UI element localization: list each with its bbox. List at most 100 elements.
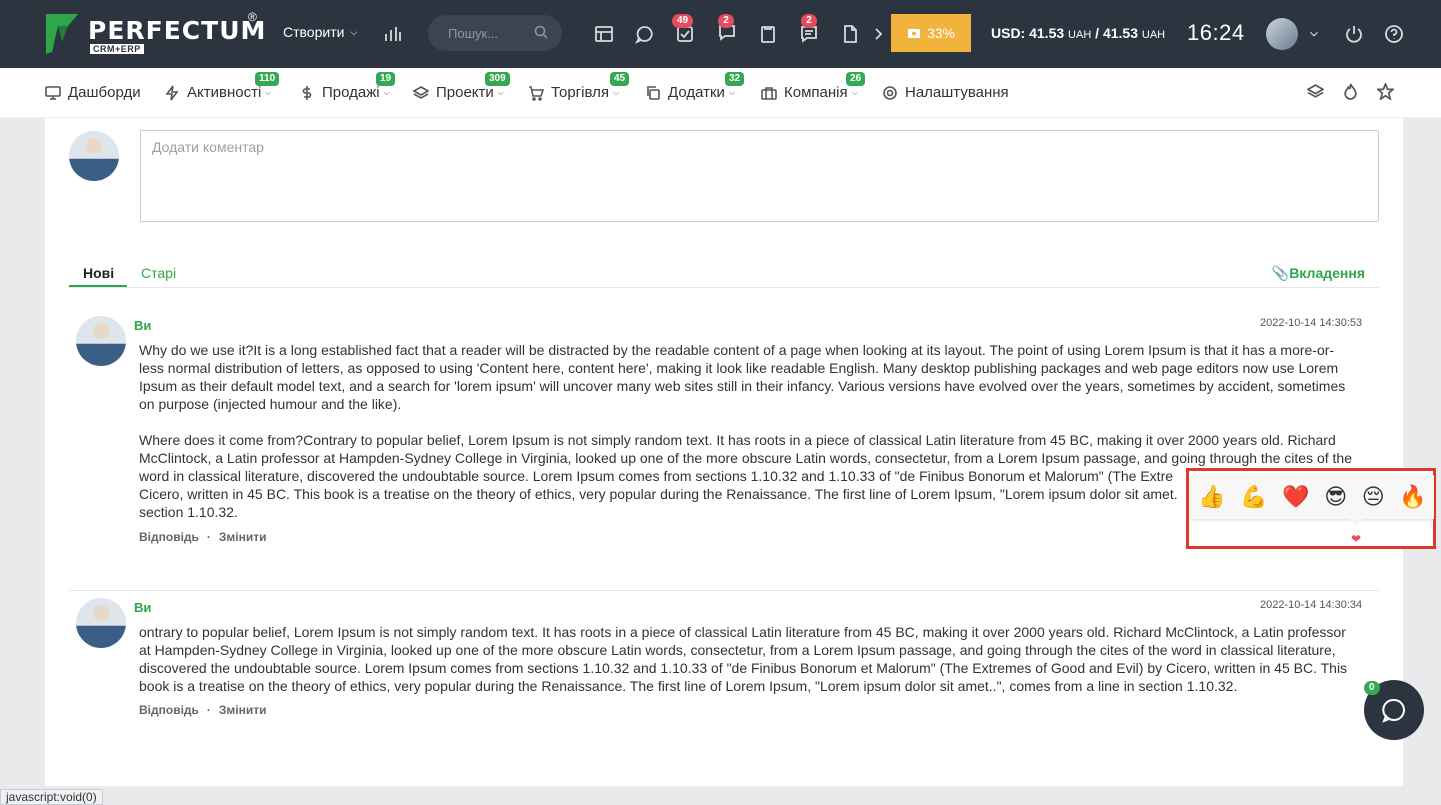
- clipboard-icon[interactable]: [756, 22, 780, 46]
- currency-unit-1: UAH: [1068, 29, 1092, 41]
- search-box[interactable]: [428, 15, 562, 51]
- message-date: 2022-10-14 14:30:34: [1260, 599, 1363, 611]
- paperclip-icon: 📎: [1271, 265, 1290, 281]
- heart-reaction[interactable]: ❤️: [1282, 485, 1309, 510]
- chevron-down-icon[interactable]: [1302, 22, 1326, 46]
- chevron-down-icon: ⌵: [851, 87, 858, 97]
- heart-icon[interactable]: ❤: [1351, 532, 1361, 546]
- help-icon[interactable]: [1382, 22, 1406, 46]
- nav-label: Дашборди: [68, 84, 141, 101]
- nav-badge: 110: [255, 72, 280, 86]
- nav-item-addons[interactable]: Додатки ⌵ 32: [645, 72, 745, 101]
- comment-input[interactable]: [140, 130, 1379, 222]
- document-icon[interactable]: [838, 22, 862, 46]
- current-user-avatar: [69, 131, 119, 181]
- comments-panel: Нові Старі 📎Вкладення Ви 2022-10-14 14:3…: [45, 118, 1403, 786]
- message-author-avatar: [76, 598, 126, 648]
- chat-badge: 0: [1364, 681, 1380, 695]
- create-dropdown[interactable]: Створити ⌵: [283, 24, 357, 40]
- cart-icon: [529, 85, 544, 101]
- progress-label: 33%: [926, 25, 956, 41]
- nav-item-settings[interactable]: Налаштування: [882, 84, 1009, 101]
- reply-link[interactable]: Відповідь: [139, 530, 199, 544]
- active-tab-indicator: [69, 285, 127, 287]
- nav-item-projects[interactable]: Проекти ⌵ 309: [413, 72, 510, 101]
- monitor-icon: [45, 85, 61, 100]
- chat-icon: [1382, 698, 1405, 723]
- message-line: Cicero, written in 45 BC. This book is a…: [139, 486, 1178, 502]
- fire-reaction[interactable]: 🔥: [1399, 485, 1426, 510]
- nav-badge: 19: [376, 72, 396, 86]
- logo-subtitle: CRM+ERP: [90, 44, 144, 54]
- chevron-down-icon: ⌵: [497, 87, 504, 97]
- user-avatar[interactable]: [1266, 18, 1298, 50]
- message-author[interactable]: Ви: [134, 600, 151, 615]
- bar-chart-icon[interactable]: [381, 22, 405, 46]
- dollar-icon: [302, 85, 312, 100]
- nav-item-sales[interactable]: Продажі ⌵ 19: [299, 72, 396, 101]
- chevron-down-icon: ⌵: [350, 26, 358, 37]
- nav-label: Додатки: [668, 84, 725, 101]
- edit-link[interactable]: Змінити: [219, 703, 267, 717]
- layers-icon[interactable]: [1306, 83, 1327, 103]
- message-line: discovered the undoubtable source. Lorem…: [139, 660, 1348, 676]
- message-line: ontrary to popular belief, Lorem Ipsum i…: [139, 624, 1346, 640]
- reply-link[interactable]: Відповідь: [139, 703, 199, 717]
- lightning-icon: [165, 85, 179, 100]
- message-line: Where does it come from?Contrary to popu…: [139, 432, 1336, 448]
- message-date: 2022-10-14 14:30:53: [1260, 317, 1363, 329]
- nav-item-trade[interactable]: Торгівля ⌵ 45: [528, 72, 630, 101]
- tab-old[interactable]: Старі: [141, 265, 176, 281]
- chevron-right-icon[interactable]: [866, 22, 890, 46]
- reaction-bar: 👍 💪 ❤️ 😎 😔 🔥: [1191, 475, 1434, 519]
- attachments-link[interactable]: 📎Вкладення: [1272, 265, 1365, 282]
- tab-new[interactable]: Нові: [83, 265, 114, 281]
- progress-button[interactable]: 33%: [891, 14, 971, 52]
- calendar-table-icon[interactable]: [592, 22, 616, 46]
- pensive-face-reaction[interactable]: 😔: [1362, 485, 1385, 510]
- nav-item-activities[interactable]: Активності ⌵ 110: [164, 72, 280, 101]
- copy-icon: [647, 85, 660, 100]
- attachments-label: Вкладення: [1289, 265, 1365, 281]
- message-line: at Hampden-Sydney College in Virginia, l…: [139, 642, 1336, 658]
- gear-icon: [883, 85, 897, 100]
- message-line: on purpose (injected humour and the like…: [139, 396, 402, 412]
- currency-separator: / 41.53: [1091, 25, 1142, 41]
- message-actions: Відповідь · Змінити: [139, 530, 267, 544]
- edit-link[interactable]: Змінити: [219, 530, 267, 544]
- logo-registered-mark: ®: [248, 10, 257, 24]
- search-icon: [534, 25, 548, 39]
- nav-label: Налаштування: [905, 84, 1009, 101]
- message-line: McClintock, a Latin professor at Hampden…: [139, 450, 1352, 466]
- chevron-down-icon: ⌵: [612, 87, 620, 97]
- power-icon[interactable]: [1342, 22, 1366, 46]
- star-icon[interactable]: [1375, 81, 1397, 103]
- fire-icon[interactable]: [1342, 83, 1362, 103]
- chevron-down-icon: ⌵: [265, 87, 272, 97]
- nav-label: Торгівля: [551, 84, 609, 101]
- briefcase-icon: [761, 86, 777, 100]
- thumbs-up-reaction[interactable]: 👍: [1198, 485, 1225, 510]
- message-author[interactable]: Ви: [134, 318, 151, 333]
- logo-mark-icon: [46, 14, 78, 54]
- nav-item-dashboards[interactable]: Дашборди: [45, 84, 141, 101]
- reactions-popup: 👍 💪 ❤️ 😎 😔 🔥 ❤: [1186, 468, 1436, 549]
- nav-badge: 45: [610, 72, 630, 86]
- camera-icon: [907, 29, 920, 38]
- message-author-avatar: [76, 316, 126, 366]
- top-bar: PERFECTUM ® CRM+ERP Створити ⌵ 49 2 2: [0, 0, 1441, 68]
- currency-unit-2: UAH: [1141, 29, 1166, 41]
- muscle-reaction[interactable]: 💪: [1240, 485, 1267, 510]
- cool-face-reaction[interactable]: 😎: [1324, 485, 1347, 510]
- chat-bubble-icon[interactable]: [633, 22, 657, 46]
- logo[interactable]: PERFECTUM ® CRM+ERP: [44, 10, 265, 58]
- main-nav: Дашборди Активності ⌵ 110 Продажі ⌵ 19 П…: [0, 68, 1441, 118]
- search-input[interactable]: [448, 25, 528, 41]
- nav-item-company[interactable]: Компанія ⌵ 26: [761, 72, 866, 101]
- status-bar-url: javascript:void(0): [0, 789, 103, 805]
- chevron-down-icon: ⌵: [728, 87, 735, 97]
- clock: 16:24: [1187, 20, 1245, 45]
- reaction-tail: [1349, 519, 1363, 526]
- message-line: Ipsum as their default model text, and a…: [139, 378, 1346, 394]
- messages-badge: 2: [801, 14, 817, 28]
